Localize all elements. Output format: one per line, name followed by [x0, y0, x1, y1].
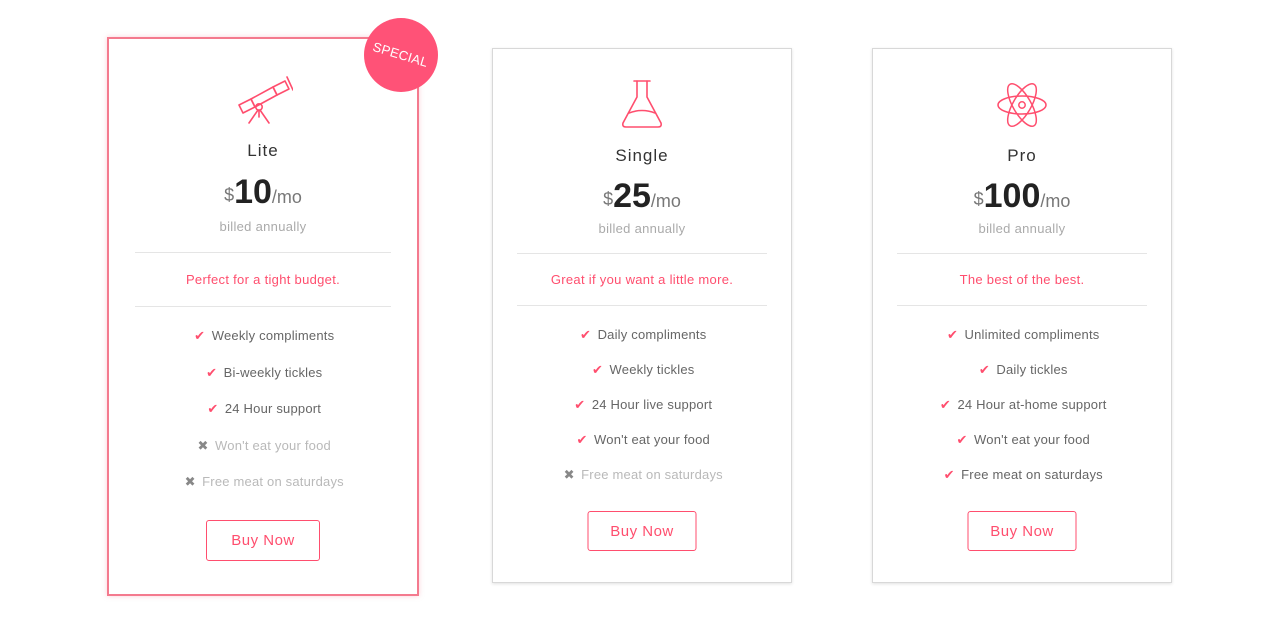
feature-item: ✔ 24 Hour at-home support [873, 397, 1171, 432]
feature-list: ✔ Daily compliments ✔ Weekly tickles ✔ 24 H… [493, 327, 791, 502]
pricing-card-pro: Pro $100/mo billed annually The best of … [872, 48, 1172, 583]
check-icon: ✔ [943, 467, 955, 482]
cross-icon: ✖ [197, 437, 209, 453]
price-period: /mo [1040, 191, 1071, 211]
plan-tagline: The best of the best. [959, 272, 1085, 287]
feature-text: Daily compliments [597, 327, 707, 342]
plan-name: Pro [1007, 146, 1037, 165]
plan-price: $100/mo [873, 177, 1171, 216]
divider [897, 305, 1147, 306]
feature-item: ✖ Won't eat your food [109, 438, 417, 475]
price-currency: $ [224, 185, 235, 205]
feature-list: ✔ Weekly compliments ✔ Bi-weekly tickles ✔… [109, 328, 417, 511]
check-icon: ✔ [194, 328, 206, 343]
plan-name: Lite [247, 141, 279, 160]
pricing-card-lite: Lite $10/mo billed annually Perfect for … [107, 37, 419, 596]
check-icon: ✔ [591, 362, 604, 377]
feature-item: ✔ Unlimited compliments [873, 327, 1171, 362]
feature-item: ✔ Free meat on saturdays [873, 467, 1171, 502]
divider [135, 306, 391, 307]
price-period: /mo [650, 191, 681, 211]
feature-text: 24 Hour live support [591, 397, 713, 412]
flask-icon [612, 77, 672, 133]
price-currency: $ [973, 189, 984, 209]
atom-icon [992, 77, 1052, 133]
divider [517, 253, 767, 254]
price-amount: 100 [983, 177, 1041, 215]
divider [517, 305, 767, 306]
check-icon: ✔ [206, 364, 218, 380]
feature-text: Won't eat your food [974, 432, 1090, 447]
feature-item: ✔ Bi-weekly tickles [109, 365, 417, 402]
feature-text: Weekly tickles [609, 362, 695, 377]
feature-list: ✔ Unlimited compliments ✔ Daily tickles ✔ 2… [873, 327, 1171, 502]
check-icon: ✔ [956, 432, 968, 447]
feature-item: ✔ Daily tickles [873, 362, 1171, 397]
price-period: /mo [271, 187, 302, 207]
feature-text: Free meat on saturdays [581, 467, 723, 482]
badge-label: SPECIAL [371, 38, 431, 70]
feature-item: ✖ Free meat on saturdays [493, 467, 791, 502]
buy-now-button[interactable]: Buy Now [967, 511, 1077, 551]
feature-text: Bi-weekly tickles [223, 364, 323, 380]
plan-price: $10/mo [109, 173, 417, 212]
feature-text: Won't eat your food [215, 437, 331, 453]
plan-price: $25/mo [493, 177, 791, 216]
feature-text: Free meat on saturdays [202, 474, 344, 489]
pricing-card-single: Single $25/mo billed annually Great if y… [492, 48, 792, 583]
check-icon: ✔ [576, 432, 588, 447]
feature-text: Won't eat your food [594, 432, 710, 447]
telescope-icon [233, 69, 293, 125]
check-icon: ✔ [574, 397, 586, 412]
feature-item: ✔ Daily compliments [493, 327, 791, 362]
check-icon: ✔ [939, 397, 951, 412]
feature-item: ✔ Weekly compliments [109, 328, 417, 365]
divider [135, 252, 391, 253]
feature-text: 24 Hour at-home support [957, 397, 1107, 412]
price-amount: 10 [234, 173, 272, 211]
feature-item: ✔ 24 Hour live support [493, 397, 791, 432]
check-icon: ✔ [978, 362, 990, 377]
feature-item: ✔ Won't eat your food [873, 432, 1171, 467]
price-amount: 25 [613, 177, 651, 215]
feature-text: Daily tickles [996, 362, 1068, 377]
check-icon: ✔ [207, 401, 219, 416]
billing-note: billed annually [598, 221, 686, 236]
check-icon: ✔ [580, 327, 592, 342]
price-currency: $ [603, 189, 614, 209]
cross-icon: ✖ [184, 474, 196, 489]
plan-tagline: Perfect for a tight budget. [185, 272, 341, 287]
feature-text: Weekly compliments [211, 328, 335, 343]
billing-note: billed annually [219, 219, 307, 234]
feature-text: Unlimited compliments [964, 327, 1100, 342]
buy-now-button[interactable]: Buy Now [206, 520, 320, 561]
feature-item: ✔ Weekly tickles [493, 362, 791, 397]
divider [897, 253, 1147, 254]
billing-note: billed annually [978, 221, 1066, 236]
special-badge: SPECIAL [364, 18, 438, 92]
cross-icon: ✖ [563, 467, 575, 482]
plan-tagline: Great if you want a little more. [550, 272, 734, 287]
feature-item: ✖ Free meat on saturdays [109, 474, 417, 511]
buy-now-button[interactable]: Buy Now [587, 511, 697, 551]
feature-item: ✔ 24 Hour support [109, 401, 417, 438]
feature-item: ✔ Won't eat your food [493, 432, 791, 467]
plan-name: Single [615, 146, 669, 165]
feature-text: Free meat on saturdays [961, 467, 1103, 482]
check-icon: ✔ [946, 327, 959, 342]
feature-text: 24 Hour support [224, 401, 322, 416]
